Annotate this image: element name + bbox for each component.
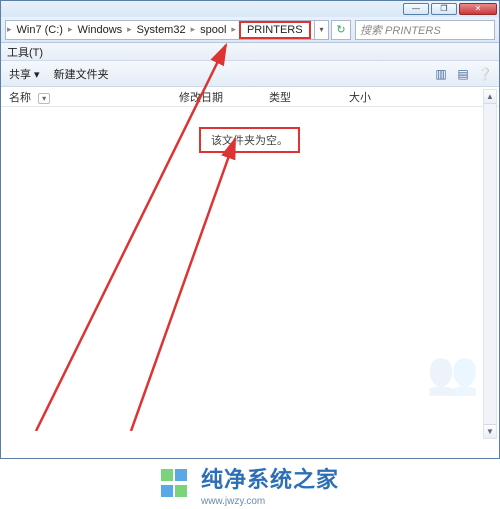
column-name-label: 名称	[9, 92, 31, 104]
close-button[interactable]: ✕	[459, 3, 497, 15]
address-dropdown-icon[interactable]: ▾	[314, 20, 328, 40]
column-headers: 名称 ▾ 修改日期 类型 大小	[1, 87, 499, 107]
breadcrumb-drive[interactable]: Win7 (C:)	[13, 24, 67, 36]
breadcrumb-spool[interactable]: spool	[196, 24, 230, 36]
explorer-window: — ❐ ✕ ▸ Win7 (C:) ▸ Windows ▸ System32 ▸…	[0, 0, 500, 459]
toolbar: 共享 ▾ 新建文件夹 ▥ ▤ ❔	[1, 61, 499, 87]
scroll-up-icon[interactable]: ▲	[484, 90, 496, 104]
breadcrumb-printers[interactable]: PRINTERS	[239, 21, 311, 39]
menu-tools[interactable]: 工具(T)	[7, 44, 43, 60]
watermark-icon: 👥	[427, 349, 479, 398]
breadcrumb-system32[interactable]: System32	[133, 24, 190, 36]
brand-name: 纯净系统之家	[201, 462, 339, 494]
toolbar-share[interactable]: 共享 ▾	[9, 66, 40, 82]
empty-folder-message: 该文件夹为空。	[199, 127, 300, 153]
title-bar: — ❐ ✕	[1, 1, 499, 17]
menu-bar: 工具(T)	[1, 43, 499, 61]
toolbar-newfolder[interactable]: 新建文件夹	[54, 66, 109, 82]
breadcrumb-sep: ▸	[230, 24, 237, 35]
column-name[interactable]: 名称 ▾	[1, 89, 171, 105]
sort-indicator-icon: ▾	[38, 93, 50, 104]
branding-footer: 纯净系统之家 www.jwzy.com	[0, 459, 500, 509]
search-input[interactable]: 搜索 PRINTERS	[355, 20, 495, 40]
breadcrumb-windows[interactable]: Windows	[74, 24, 127, 36]
scroll-down-icon[interactable]: ▼	[484, 424, 496, 438]
breadcrumb[interactable]: ▸ Win7 (C:) ▸ Windows ▸ System32 ▸ spool…	[5, 20, 329, 40]
refresh-button[interactable]: ↻	[331, 20, 351, 40]
preview-icon[interactable]: ▤	[455, 66, 471, 82]
column-type[interactable]: 类型	[261, 89, 341, 105]
brand-url: www.jwzy.com	[201, 496, 339, 507]
column-date[interactable]: 修改日期	[171, 89, 261, 105]
view-icon[interactable]: ▥	[433, 66, 449, 82]
vertical-scrollbar[interactable]: ▲ ▼	[483, 89, 497, 439]
brand-logo-icon	[161, 469, 191, 499]
address-bar-row: ▸ Win7 (C:) ▸ Windows ▸ System32 ▸ spool…	[1, 17, 499, 43]
help-icon[interactable]: ❔	[477, 66, 493, 82]
file-list-area: 该文件夹为空。	[1, 107, 499, 437]
maximize-button[interactable]: ❐	[431, 3, 457, 15]
column-size[interactable]: 大小	[341, 89, 401, 105]
minimize-button[interactable]: —	[403, 3, 429, 15]
